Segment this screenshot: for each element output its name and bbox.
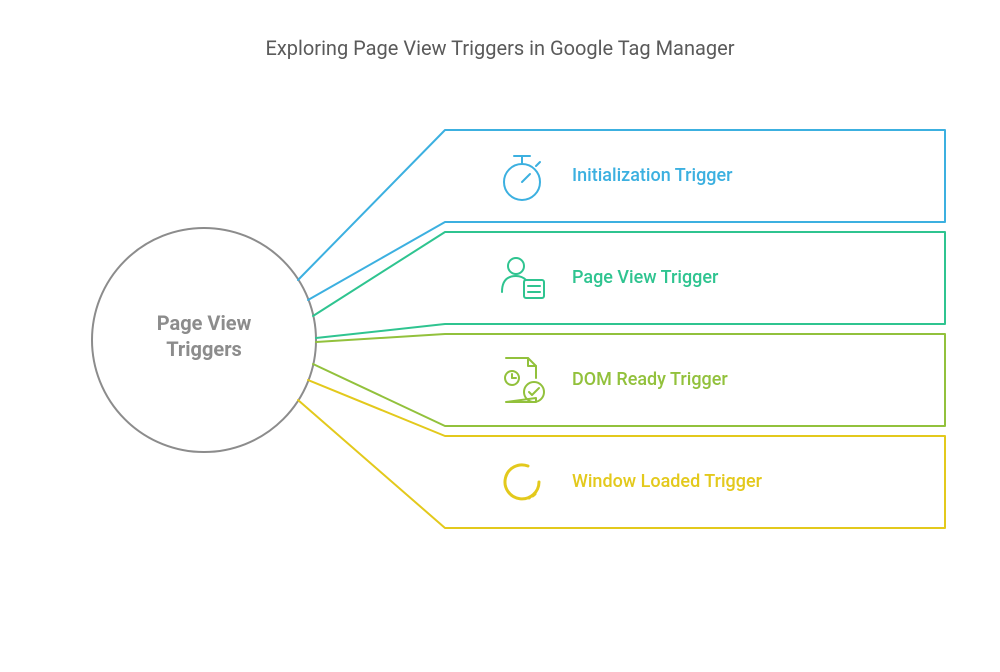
branch-3-label: DOM Ready Trigger <box>572 369 728 390</box>
branch-1-label: Initialization Trigger <box>572 165 733 186</box>
branch-4-label: Window Loaded Trigger <box>572 471 762 492</box>
hub-label-text: Page View Triggers <box>157 311 252 361</box>
loading-ring-icon <box>505 465 539 499</box>
doc-clock-check-icon <box>505 358 544 402</box>
person-doc-icon <box>502 258 544 298</box>
hub-label: Page View Triggers <box>114 310 294 362</box>
stopwatch-icon <box>504 156 540 200</box>
branch-2-label: Page View Trigger <box>572 267 718 288</box>
